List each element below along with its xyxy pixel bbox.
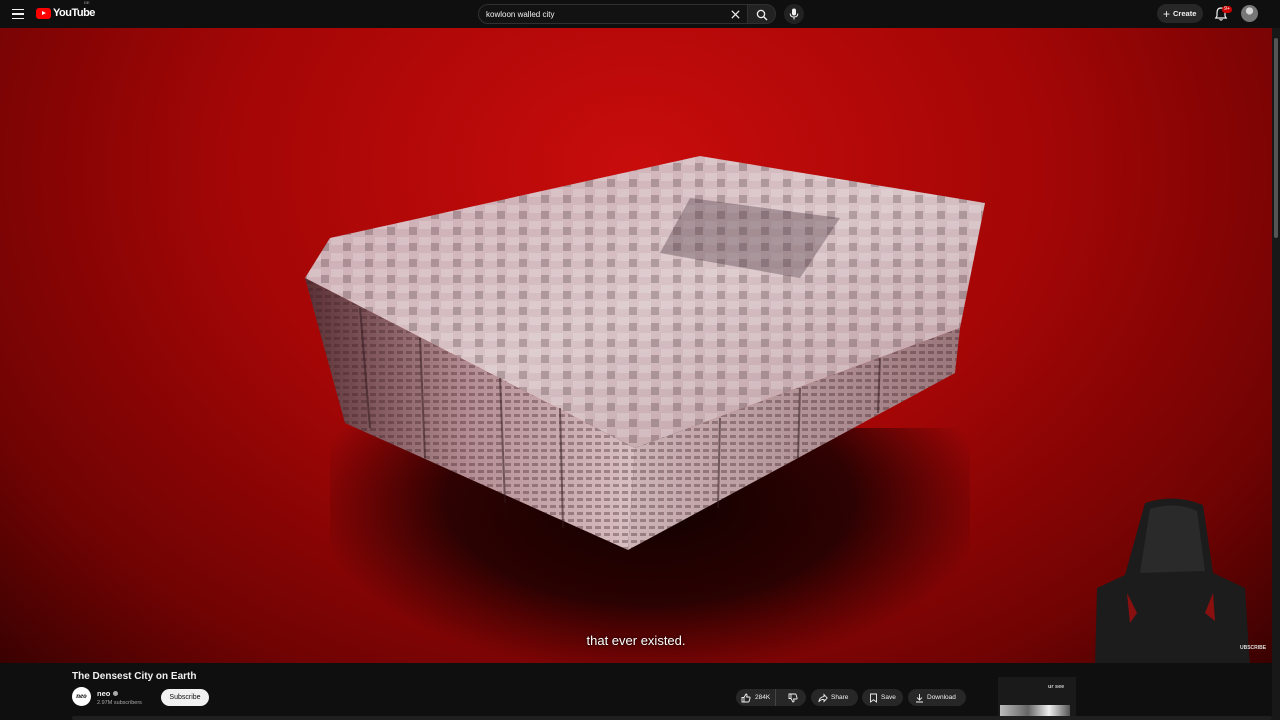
logo-country-code: DE (84, 0, 90, 5)
download-button[interactable]: Download (908, 689, 966, 706)
channel-avatar[interactable]: neo (72, 687, 91, 706)
save-label: Save (881, 694, 896, 701)
youtube-logo[interactable]: YouTube (36, 7, 95, 19)
voice-search-button[interactable] (784, 4, 804, 24)
description-box-edge (72, 716, 1272, 720)
share-label: Share (831, 694, 849, 701)
scrollbar-thumb[interactable] (1274, 38, 1278, 238)
like-button[interactable]: 284K (736, 689, 777, 706)
avatar[interactable] (1241, 5, 1258, 22)
youtube-play-icon (36, 7, 51, 19)
gaming-chair-overlay-image (1095, 498, 1250, 663)
video-title: The Densest City on Earth (72, 671, 197, 682)
share-icon (818, 692, 828, 703)
clear-icon[interactable] (730, 9, 741, 20)
download-icon (916, 693, 923, 702)
download-label: Download (927, 694, 956, 701)
notification-badge: 9+ (1222, 6, 1232, 13)
subscriber-count: 2.97M subscribers (97, 700, 142, 706)
search-box (478, 4, 748, 24)
create-label: Create (1173, 9, 1197, 18)
save-button[interactable]: Save (862, 689, 903, 706)
plus-icon: + (1163, 6, 1171, 21)
video-info: The Densest City on Earth neo neo 2.97M … (0, 663, 1272, 720)
subscribe-button[interactable]: Subscribe (161, 689, 209, 706)
thumbs-up-icon (741, 693, 751, 702)
like-count: 284K (755, 694, 771, 701)
page-scrollbar[interactable] (1272, 28, 1280, 720)
video-player[interactable]: that ever existed. UBSCRIBE (0, 28, 1272, 663)
subtitle-caption: that ever existed. (586, 633, 686, 648)
search-input[interactable] (486, 8, 726, 21)
masthead: YouTube DE + Create 9+ (0, 0, 1280, 28)
thumbs-down-icon (788, 693, 798, 702)
logo-text: YouTube (53, 7, 95, 19)
end-card[interactable]: ur see (998, 677, 1076, 720)
verified-icon (113, 691, 118, 696)
dislike-button[interactable] (779, 689, 806, 706)
create-button[interactable]: + Create (1157, 4, 1203, 23)
like-dislike-group: 284K (736, 689, 806, 706)
menu-icon[interactable] (9, 5, 27, 23)
end-card-text: ur see (1048, 684, 1065, 690)
walled-city-model-image (305, 156, 985, 550)
channel-name[interactable]: neo (97, 689, 110, 698)
search-button[interactable] (748, 4, 776, 24)
search-icon (756, 9, 768, 21)
bookmark-icon (870, 693, 877, 703)
endscreen-subscribe-label[interactable]: UBSCRIBE (1240, 645, 1266, 651)
share-button[interactable]: Share (811, 689, 858, 706)
mic-icon (789, 8, 799, 20)
